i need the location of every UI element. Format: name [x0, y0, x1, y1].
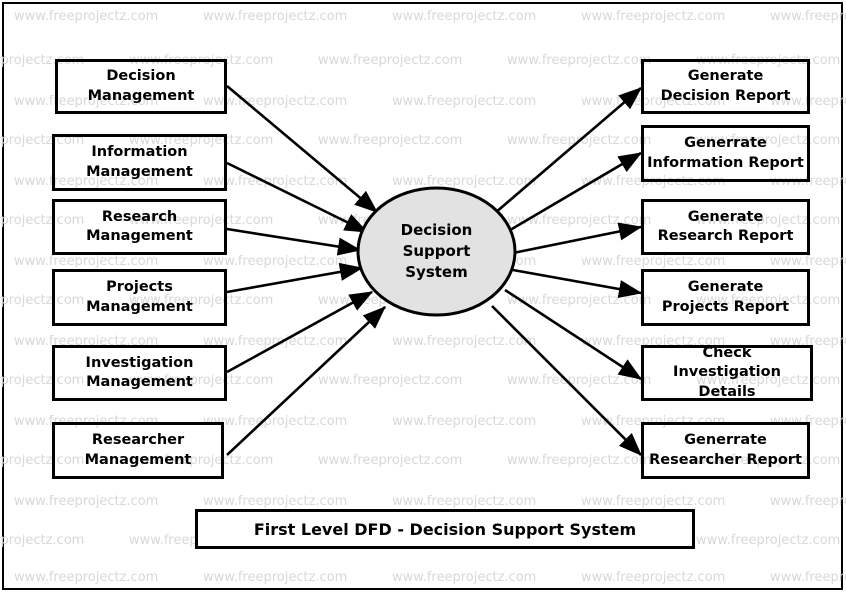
- entity-check-investigation-details-label: Check Investigation Details: [673, 345, 781, 400]
- entity-generate-decision-report-label: Generate Decision Report: [660, 68, 791, 104]
- flow-research-to-process: [226, 227, 362, 256]
- flow-process-to-research-report: [512, 222, 643, 255]
- flow-investigation-to-process: [226, 290, 374, 374]
- entity-research-management[interactable]: Research Management: [52, 199, 227, 255]
- flow-projects-to-process: [226, 262, 364, 294]
- entity-generate-research-report-label: Generate Research Report: [657, 208, 794, 244]
- dfd-diagram: Decision Management Information Manageme…: [0, 0, 846, 593]
- entity-generate-projects-report-label: Generate Projects Report: [661, 279, 790, 315]
- diagram-title-box: First Level DFD - Decision Support Syste…: [195, 509, 695, 549]
- entity-information-management-label: Information Management: [86, 144, 193, 180]
- entity-decision-management[interactable]: Decision Management: [55, 59, 227, 114]
- entity-research-management-label: Research Management: [86, 208, 193, 244]
- entity-projects-management-label: Projects Management: [86, 279, 193, 315]
- process-decision-support-system: [356, 186, 517, 317]
- entity-generate-decision-report[interactable]: Generate Decision Report: [641, 59, 810, 114]
- diagram-title: First Level DFD - Decision Support Syste…: [253, 519, 637, 539]
- flow-process-to-information-report: [504, 151, 643, 235]
- entity-generate-research-report[interactable]: Generate Research Report: [641, 199, 810, 255]
- entity-projects-management[interactable]: Projects Management: [52, 269, 227, 326]
- entity-generate-information-report[interactable]: Generrate Information Report: [641, 125, 810, 182]
- entity-information-management[interactable]: Information Management: [52, 134, 227, 191]
- flow-decision-to-process: [226, 85, 378, 213]
- entity-researcher-management-label: Researcher Management: [84, 432, 192, 468]
- flow-process-to-decision-report: [494, 87, 642, 214]
- entity-generate-information-report-label: Generrate Information Report: [647, 135, 804, 171]
- diagram-page: www.freeprojectz.com www.freeprojectz.com…: [0, 0, 846, 593]
- entity-check-investigation-details[interactable]: Check Investigation Details: [641, 345, 813, 401]
- entity-generate-researcher-report-label: Generrate Researcher Report: [649, 432, 802, 468]
- flow-process-to-researcher-report: [491, 305, 642, 456]
- flow-information-to-process: [226, 161, 369, 234]
- entity-researcher-management[interactable]: Researcher Management: [52, 422, 224, 479]
- entity-investigation-management[interactable]: Investigation Management: [52, 345, 227, 401]
- entity-investigation-management-label: Investigation Management: [85, 354, 194, 390]
- entity-generate-projects-report[interactable]: Generate Projects Report: [641, 269, 810, 326]
- entity-decision-management-label: Decision Management: [87, 68, 195, 104]
- entity-generate-researcher-report[interactable]: Generrate Researcher Report: [641, 422, 810, 479]
- flow-process-to-projects-report: [512, 268, 643, 299]
- flow-process-to-investigation-details: [504, 288, 643, 381]
